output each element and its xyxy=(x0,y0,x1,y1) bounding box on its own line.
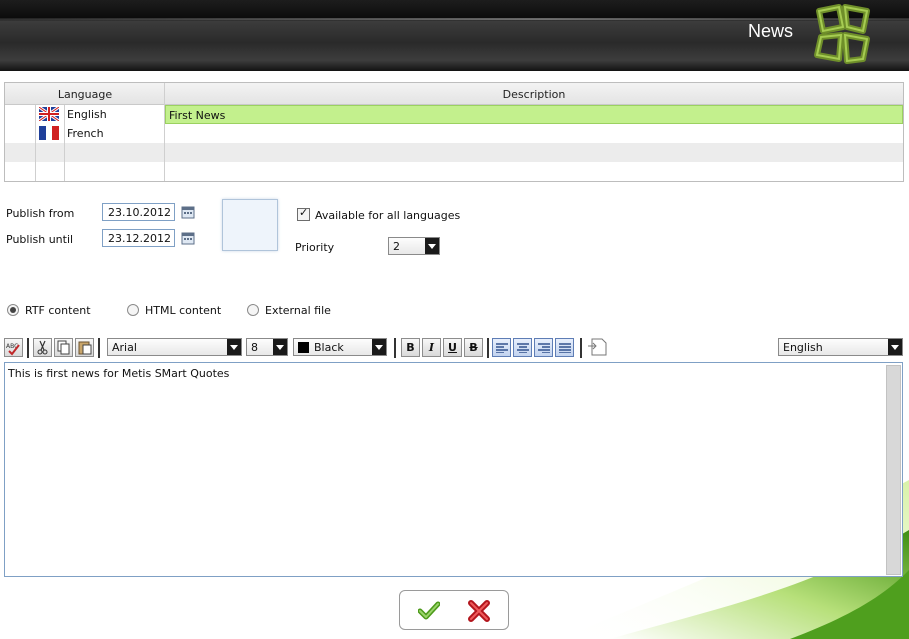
action-buttons xyxy=(399,590,509,630)
spellcheck-icon: ABC xyxy=(6,343,20,356)
cut-button[interactable] xyxy=(33,338,52,357)
priority-value: 2 xyxy=(393,240,400,253)
grid-header: Language Description xyxy=(5,83,903,105)
grid-cell-description[interactable] xyxy=(165,124,903,143)
page-title: News xyxy=(747,21,793,41)
confirm-button[interactable] xyxy=(418,601,440,621)
align-left-button[interactable] xyxy=(492,338,511,357)
column-header-language[interactable]: Language xyxy=(5,88,165,101)
font-color-value: Black xyxy=(314,341,344,354)
grid-cell-language: English xyxy=(67,108,107,121)
column-divider xyxy=(164,83,165,181)
align-center-icon xyxy=(517,343,529,353)
italic-button[interactable]: I xyxy=(422,338,441,357)
underline-button[interactable]: U xyxy=(443,338,462,357)
align-justify-button[interactable] xyxy=(555,338,574,357)
app-header: News xyxy=(0,0,909,71)
strikethrough-button[interactable]: B xyxy=(464,338,483,357)
spellcheck-button[interactable]: ABC xyxy=(4,338,23,357)
align-right-button[interactable] xyxy=(534,338,553,357)
copy-icon xyxy=(57,340,70,355)
paste-button[interactable] xyxy=(75,338,94,357)
toolbar-separator xyxy=(98,338,100,358)
align-justify-icon xyxy=(559,343,571,353)
table-row-empty xyxy=(5,143,903,162)
table-row-empty xyxy=(5,162,903,181)
chevron-down-icon[interactable] xyxy=(227,339,241,355)
scissors-icon xyxy=(37,340,48,355)
calendar-icon[interactable] xyxy=(181,231,195,245)
france-flag-icon xyxy=(39,126,59,140)
language-value: English xyxy=(783,341,823,354)
table-row[interactable]: English First News xyxy=(5,105,903,124)
chevron-down-icon[interactable] xyxy=(425,238,439,254)
toolbar-separator xyxy=(394,338,396,358)
color-swatch xyxy=(298,342,309,353)
html-content-radio[interactable] xyxy=(127,304,139,316)
calendar-icon[interactable] xyxy=(181,205,195,219)
chevron-down-icon[interactable] xyxy=(273,339,287,355)
table-row[interactable]: French xyxy=(5,124,903,143)
rtf-content-radio[interactable] xyxy=(7,304,19,316)
paste-icon xyxy=(78,341,92,355)
column-divider xyxy=(64,105,65,181)
font-family-value: Arial xyxy=(112,341,137,354)
rtf-content-label: RTF content xyxy=(25,304,91,317)
toolbar-separator xyxy=(27,338,29,358)
bold-button[interactable]: B xyxy=(401,338,420,357)
news-image-box[interactable] xyxy=(222,199,278,251)
align-left-icon xyxy=(496,343,508,353)
priority-label: Priority xyxy=(295,241,335,254)
toolbar-separator xyxy=(580,338,582,358)
font-family-select[interactable]: Arial xyxy=(107,338,242,356)
align-right-icon xyxy=(538,343,550,353)
available-all-languages-label: Available for all languages xyxy=(315,209,461,222)
publish-from-label: Publish from xyxy=(6,207,75,220)
flower-logo xyxy=(814,4,870,64)
rich-text-editor[interactable]: This is first news for Metis SMart Quote… xyxy=(4,362,903,577)
toolbar-separator xyxy=(487,338,489,358)
column-header-description[interactable]: Description xyxy=(165,88,903,101)
editor-scrollbar[interactable] xyxy=(886,365,901,575)
language-grid[interactable]: Language Description English First News … xyxy=(4,82,904,182)
publish-until-label: Publish until xyxy=(6,233,74,246)
align-center-button[interactable] xyxy=(513,338,532,357)
cancel-button[interactable] xyxy=(468,600,490,622)
publish-until-input[interactable]: 23.12.2012 xyxy=(102,229,175,247)
header-shine xyxy=(0,18,909,20)
uk-flag-icon xyxy=(39,107,59,121)
html-content-label: HTML content xyxy=(145,304,222,317)
insert-object-icon[interactable] xyxy=(587,336,609,358)
checkmark-icon: ✓ xyxy=(299,206,309,219)
chevron-down-icon[interactable] xyxy=(372,339,386,355)
column-divider xyxy=(35,105,36,181)
language-select[interactable]: English xyxy=(778,338,903,356)
editor-content[interactable]: This is first news for Metis SMart Quote… xyxy=(8,367,229,380)
copy-button[interactable] xyxy=(54,338,73,357)
font-size-value: 8 xyxy=(251,341,258,354)
chevron-down-icon[interactable] xyxy=(888,339,902,355)
priority-select[interactable]: 2 xyxy=(388,237,440,255)
external-file-label: External file xyxy=(265,304,331,317)
available-all-languages-checkbox[interactable]: ✓ xyxy=(297,206,310,221)
font-color-select[interactable]: Black xyxy=(293,338,387,356)
grid-cell-description[interactable]: First News xyxy=(165,105,903,124)
grid-cell-language: French xyxy=(67,127,104,140)
font-size-select[interactable]: 8 xyxy=(246,338,288,356)
external-file-radio[interactable] xyxy=(247,304,259,316)
publish-from-input[interactable]: 23.10.2012 xyxy=(102,203,175,221)
